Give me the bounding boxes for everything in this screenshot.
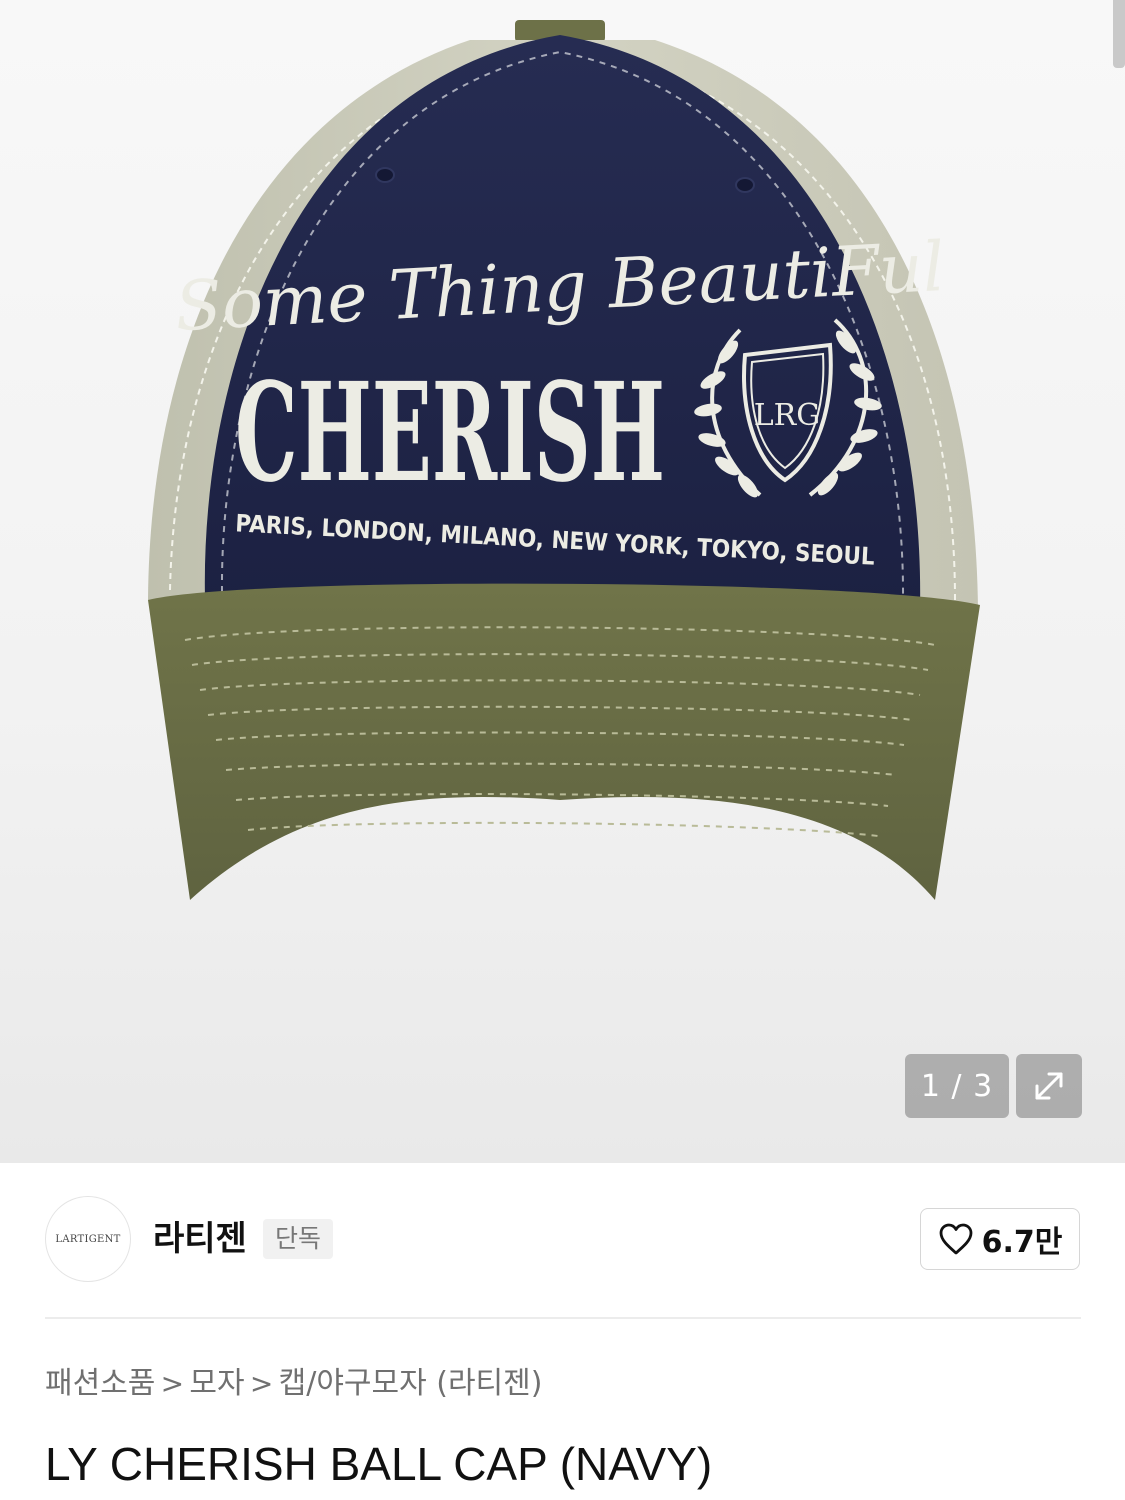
brand-name-link[interactable]: 라티젠 [153,1217,247,1261]
product-detail-page: Some Thing BeautiFul CHERISH PARIS, LOND… [0,0,1125,1500]
expand-image-button[interactable] [1016,1054,1082,1118]
breadcrumb-item-hats[interactable]: 모자 [189,1362,244,1406]
brand-row: LARTIGENT 라티젠 단독 6.7만 [0,1163,1125,1318]
heart-icon [939,1223,973,1255]
image-counter-text: 1 / 3 [920,1068,994,1104]
breadcrumb: 패션소품 > 모자 > 캡/야구모자 (라티젠) [45,1362,542,1406]
expand-arrows-icon [1035,1072,1063,1100]
section-divider [45,1317,1081,1319]
brand-logo[interactable]: LARTIGENT [45,1196,131,1282]
breadcrumb-item-caps[interactable]: 캡/야구모자 (라티젠) [279,1362,543,1406]
breadcrumb-item-fashion-accessories[interactable]: 패션소품 [45,1362,155,1406]
breadcrumb-separator-icon: > [160,1367,185,1400]
breadcrumb-separator-icon: > [249,1367,274,1400]
embroidery-main-text: CHERISH [235,353,665,513]
like-count: 6.7만 [981,1225,1063,1260]
like-button[interactable]: 6.7만 [920,1208,1080,1270]
product-image-carousel[interactable]: Some Thing BeautiFul CHERISH PARIS, LOND… [0,0,1125,1163]
crest-letters: LRG [754,398,820,433]
image-counter: 1 / 3 [905,1054,1009,1118]
exclusive-badge: 단독 [263,1219,334,1259]
product-image: Some Thing BeautiFul CHERISH PARIS, LOND… [148,20,980,900]
scrollbar-thumb[interactable] [1113,0,1125,68]
product-title: LY CHERISH BALL CAP (NAVY) [45,1438,713,1490]
brand-logo-text: LARTIGENT [55,1233,121,1245]
